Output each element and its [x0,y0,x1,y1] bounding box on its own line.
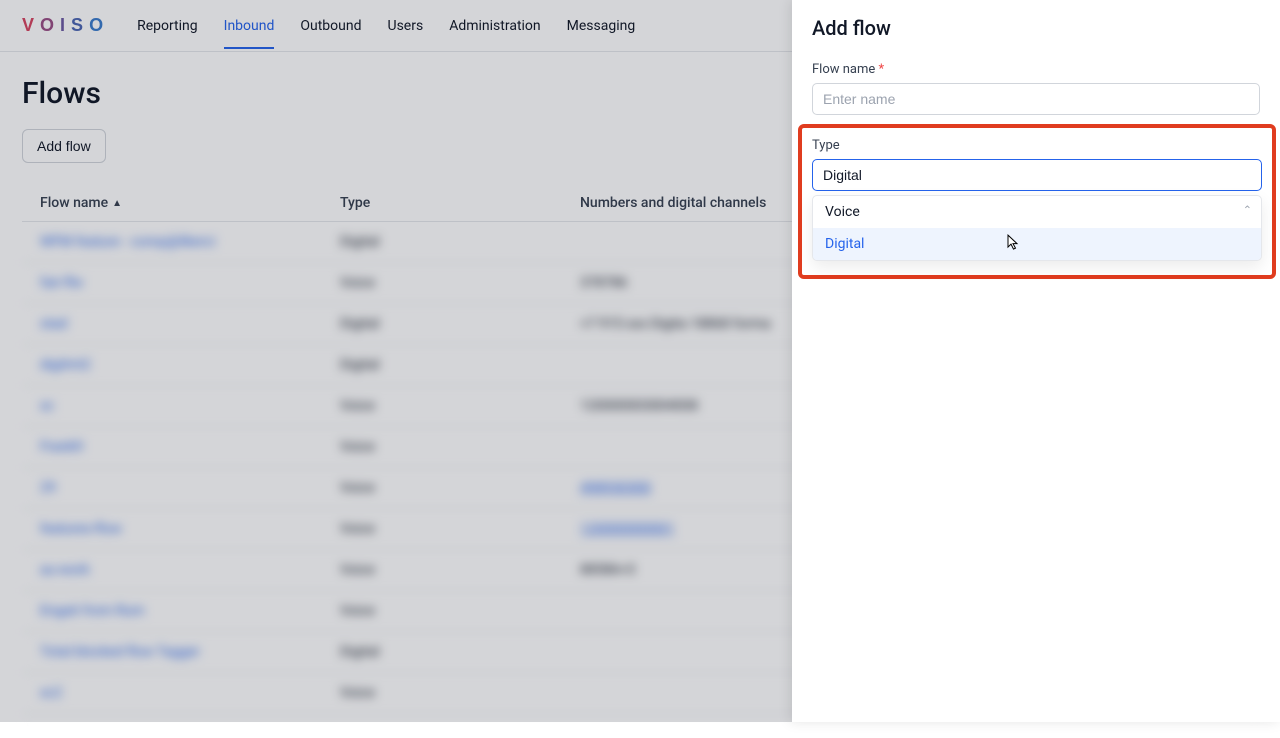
panel-title: Add flow [812,16,1260,40]
cursor-icon [1005,234,1021,256]
add-flow-panel: Add flow Flow name * Type Digital ⌃ Voic… [792,0,1280,722]
flow-name-label: Flow name * [812,62,1260,77]
type-option-voice[interactable]: Voice [813,196,1261,228]
type-select-control[interactable]: Digital [812,159,1262,191]
type-select: Digital ⌃ Voice Digital [812,159,1262,261]
type-label: Type [812,138,1262,153]
type-option-digital[interactable]: Digital [813,228,1261,260]
type-dropdown: Voice Digital [812,195,1262,261]
type-select-value: Digital [823,167,862,183]
type-highlight: Type Digital ⌃ Voice Digital [798,124,1276,279]
flow-name-input[interactable] [812,83,1260,115]
